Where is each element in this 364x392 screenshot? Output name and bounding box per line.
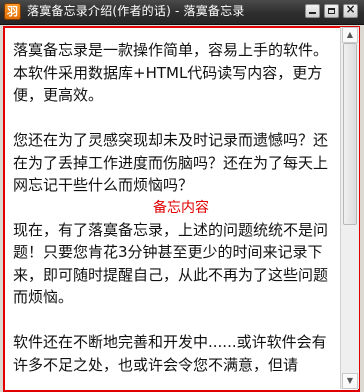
content-frame: 落寞备忘录是一款操作简单，容易上手的软件。本软件采用数据库+HTML代码读写内容… [3,26,360,392]
scroll-up-arrow-icon[interactable]: ▲ [342,27,358,43]
app-icon: 羽 [4,3,21,20]
paragraph-development: 软件还在不断地完善和开发中......或许软件会有许多不足之处，也或许会令您不满… [13,333,327,374]
minimize-icon [309,12,316,14]
scrollbar-thumb[interactable] [343,43,357,225]
minimize-button[interactable] [305,4,320,18]
paragraph-solution: 现在，有了落寞备忘录，上述的问题统统不是问题！只要您肯花3分钟甚至更少的时间来记… [13,220,329,307]
title-bar[interactable]: 羽 落寞备忘录介绍(作者的话) - 落寞备忘录 × [0,0,364,25]
window-title: 落寞备忘录介绍(作者的话) - 落寞备忘录 [27,4,245,18]
close-button[interactable]: × [343,2,358,18]
paragraph-questions: 您还在为了灵感突现却未及时记录而遗憾吗？还在为了丢掉工作进度而伤脑吗？还在为了每… [13,131,329,194]
close-icon: × [345,2,356,16]
maximize-icon [328,8,335,14]
vertical-scrollbar[interactable]: ▲ ▼ [340,27,359,389]
memo-content[interactable]: 落寞备忘录是一款操作简单，容易上手的软件。本软件采用数据库+HTML代码读写内容… [13,39,337,376]
scroll-down-arrow-icon[interactable]: ▼ [342,373,358,389]
paragraph-intro: 落寞备忘录是一款操作简单，容易上手的软件。本软件采用数据库+HTML代码读写内容… [13,41,329,104]
maximize-button[interactable] [324,4,339,18]
annotation-label: 备忘内容 [153,199,209,216]
